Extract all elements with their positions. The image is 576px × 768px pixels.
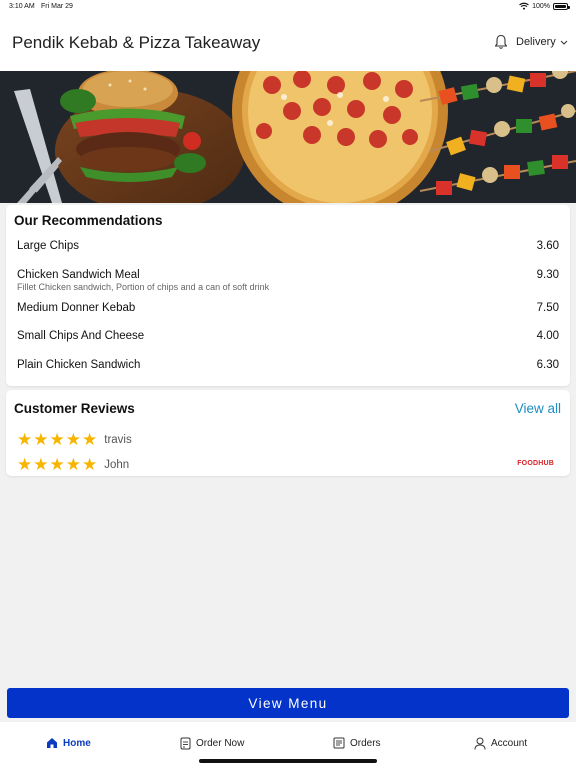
item-name: Large Chips — [17, 240, 80, 252]
review-row: ★ ★ ★ ★ ★ travis — [17, 431, 132, 448]
star-icon: ★ — [49, 430, 65, 449]
delivery-selector[interactable]: Delivery — [516, 36, 568, 48]
item-description: Fillet Chicken sandwich, Portion of chip… — [17, 282, 270, 292]
star-icon: ★ — [33, 455, 49, 474]
foodhub-logo: FOODHUB — [517, 460, 554, 467]
star-icon: ★ — [17, 455, 33, 474]
star-icon: ★ — [49, 455, 65, 474]
tab-account-label: Account — [491, 738, 528, 749]
customer-reviews-card: Customer Reviews View all ★ ★ ★ ★ ★ trav… — [6, 390, 570, 476]
star-icon: ★ — [65, 430, 81, 449]
status-time: 3:10 AM — [9, 3, 35, 10]
app-header: Pendik Kebab & Pizza Takeaway Delivery — [0, 14, 576, 71]
star-icon: ★ — [17, 430, 33, 449]
reviews-title: Customer Reviews — [14, 401, 135, 416]
recommendations-title: Our Recommendations — [14, 213, 163, 228]
item-price: 4.00 — [536, 330, 559, 342]
recommendation-item[interactable]: Large Chips 3.60 — [17, 240, 559, 252]
recommendation-item[interactable]: Small Chips And Cheese 4.00 — [17, 330, 559, 342]
tab-home-label: Home — [63, 737, 91, 749]
tab-account[interactable]: Account — [474, 737, 527, 750]
tab-orders-label: Orders — [350, 737, 381, 749]
recommendations-card: Our Recommendations Large Chips 3.60 Chi… — [6, 205, 570, 386]
status-right: 100% — [519, 2, 570, 10]
star-icon: ★ — [82, 430, 98, 449]
reviewer-name: John — [104, 458, 130, 471]
view-all-link[interactable]: View all — [515, 401, 561, 416]
star-icon: ★ — [33, 430, 49, 449]
tab-home[interactable]: Home — [46, 737, 91, 749]
review-row: ★ ★ ★ ★ ★ John — [17, 456, 129, 473]
home-icon — [47, 738, 57, 748]
bottom-tab-bar: Home Order Now Orders Account — [0, 722, 576, 768]
item-name: Chicken Sandwich Meal — [17, 269, 140, 281]
receipt-icon — [333, 737, 345, 749]
item-name: Plain Chicken Sandwich — [17, 359, 141, 371]
tab-orders[interactable]: Orders — [333, 737, 381, 749]
item-name: Small Chips And Cheese — [17, 330, 145, 342]
item-price: 7.50 — [536, 302, 559, 314]
view-menu-button[interactable]: View Menu — [7, 688, 569, 718]
person-icon — [474, 737, 486, 750]
item-name: Medium Donner Kebab — [17, 302, 136, 314]
banner-image — [0, 71, 576, 203]
bell-icon[interactable] — [494, 34, 508, 50]
tab-order-now-label: Order Now — [196, 738, 245, 749]
battery-percent: 100% — [532, 2, 550, 10]
recommendation-item[interactable]: Medium Donner Kebab 7.50 — [17, 302, 559, 314]
delivery-label: Delivery — [516, 36, 556, 48]
item-price: 3.60 — [536, 240, 559, 252]
item-price: 9.30 — [536, 269, 559, 281]
star-rating: ★ ★ ★ ★ ★ — [17, 431, 97, 448]
star-icon: ★ — [82, 455, 98, 474]
recommendation-item[interactable]: Plain Chicken Sandwich 6.30 — [17, 359, 559, 371]
home-indicator — [199, 759, 377, 763]
status-bar: 3:10 AM Fri Mar 29 100% — [0, 0, 576, 14]
star-rating: ★ ★ ★ ★ ★ — [17, 456, 97, 473]
recommendation-item[interactable]: Chicken Sandwich Meal Fillet Chicken san… — [17, 269, 559, 292]
status-date: Fri Mar 29 — [41, 3, 73, 10]
wifi-icon — [519, 2, 529, 10]
item-price: 6.30 — [536, 359, 559, 371]
tab-order-now[interactable]: Order Now — [180, 737, 244, 750]
order-icon — [180, 737, 191, 750]
reviewer-name: travis — [104, 433, 132, 446]
star-icon: ★ — [65, 455, 81, 474]
restaurant-title: Pendik Kebab & Pizza Takeaway — [12, 33, 261, 52]
battery-icon — [553, 2, 570, 10]
chevron-down-icon — [560, 40, 568, 45]
